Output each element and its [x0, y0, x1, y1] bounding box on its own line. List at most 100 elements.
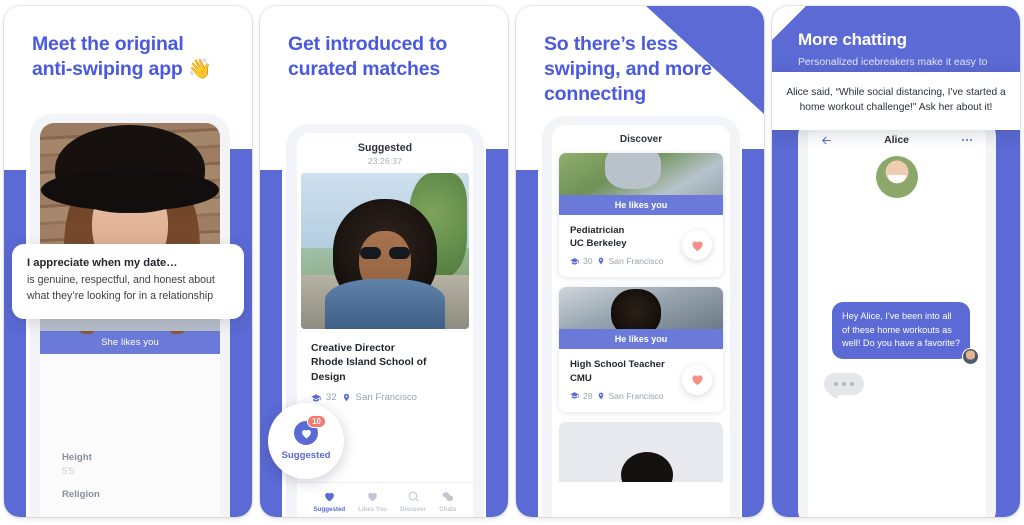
- phone-mockup: Alice Hey Alice, I've been into all of t…: [798, 116, 996, 517]
- prompt-question: I appreciate when my date…: [27, 257, 178, 269]
- card-text: Pediatrician UC Berkeley 30 San Francisc…: [570, 224, 682, 266]
- page-title-line-1: Meet the original: [32, 33, 184, 55]
- sunglasses-icon: [360, 247, 410, 259]
- panel-2-header: Get introduced to curated matches: [260, 6, 508, 82]
- likes-you-banner: He likes you: [559, 329, 723, 350]
- icebreaker-card: Alice said, “While social distancing, I'…: [772, 72, 1020, 130]
- prompt-answer: is genuine, respectful, and honest about…: [27, 274, 215, 302]
- countdown-timer: 23:26:37: [367, 156, 403, 166]
- denim-jacket: [325, 279, 445, 329]
- screenshot-panel-2: Get introduced to curated matches Sugges…: [260, 6, 508, 517]
- discover-card[interactable]: He likes you High School Teacher CMU 28: [559, 287, 723, 412]
- match-meta: 28 San Francisco: [570, 391, 682, 401]
- hat: [41, 125, 219, 213]
- typing-indicator: [824, 372, 864, 398]
- panel-1-header: Meet the original anti-swiping app 👋: [4, 6, 252, 82]
- match-location: San Francisco: [608, 256, 664, 267]
- nav-label: Discover: [399, 506, 427, 513]
- match-age: 32: [326, 392, 337, 404]
- discover-card-partial[interactable]: [559, 421, 723, 482]
- nav-label: Suggested: [313, 506, 346, 513]
- field-label-religion: Religion: [62, 489, 100, 500]
- card-photo: [559, 153, 723, 195]
- phone-screen: Alice Hey Alice, I've been into all of t…: [808, 124, 986, 517]
- field-value-height: 5'5: [62, 466, 75, 477]
- graduation-cap-icon: [570, 257, 579, 266]
- match-location: San Francisco: [355, 392, 417, 404]
- screenshot-panel-1: Meet the original anti-swiping app 👋 She…: [4, 6, 252, 517]
- card-body: Pediatrician UC Berkeley 30 San Francisc…: [559, 215, 723, 277]
- screen-header: Suggested 23:26:37: [297, 133, 473, 173]
- page-title-line-3: connecting: [544, 82, 647, 105]
- prompt-answer-card: I appreciate when my date… is genuine, r…: [12, 244, 244, 320]
- typing-dot: [850, 381, 854, 386]
- phone-screen: Discover He likes you Pediatrician UC Be…: [552, 125, 730, 517]
- page-title-line-2: curated matches: [288, 57, 440, 80]
- panel-3-header: So there’s less swiping, and more connec…: [516, 6, 764, 107]
- card-body: High School Teacher CMU 28 San Francisco: [559, 349, 723, 411]
- match-school: UC Berkeley: [570, 238, 627, 250]
- suggested-tab-callout: 10 Suggested: [268, 403, 344, 479]
- blue-accent-band: [4, 169, 26, 517]
- likes-you-banner: She likes you: [40, 331, 220, 354]
- nav-label: Likes You: [358, 506, 387, 513]
- match-school: CMU: [570, 372, 592, 384]
- like-button[interactable]: [682, 364, 712, 395]
- page-title-line-1: So there’s less: [544, 33, 678, 55]
- blue-accent-band-right: [486, 149, 508, 517]
- location-pin-icon: [597, 392, 605, 400]
- match-age: 30: [583, 256, 593, 267]
- match-job-title: Pediatrician: [570, 225, 625, 236]
- callout-icon-wrap: 10: [294, 415, 326, 445]
- heart-icon: [366, 490, 379, 503]
- nav-label: Chats: [439, 506, 457, 513]
- sender-avatar: [962, 347, 979, 365]
- typing-dot: [842, 381, 846, 386]
- location-pin-icon: [597, 257, 605, 265]
- back-arrow-icon[interactable]: [820, 134, 833, 147]
- match-age: 28: [583, 390, 593, 401]
- page-title: Meet the original anti-swiping app 👋: [32, 32, 228, 82]
- blue-accent-band-right: [742, 149, 764, 517]
- match-photo: [301, 173, 469, 329]
- app-store-screenshot-gallery: Meet the original anti-swiping app 👋 She…: [0, 0, 1024, 525]
- match-school: Rhode Island School of Design: [311, 357, 427, 383]
- icebreaker-text: Alice said, “While social distancing, I'…: [786, 87, 1006, 114]
- nav-item-suggested[interactable]: Suggested: [313, 490, 346, 513]
- discover-card[interactable]: He likes you Pediatrician UC Berkeley 30: [559, 153, 723, 278]
- page-title: So there’s less swiping, and more connec…: [544, 32, 740, 107]
- typing-dot: [834, 381, 838, 386]
- match-info: Creative Director Rhode Island School of…: [297, 329, 473, 403]
- likes-you-banner: He likes you: [559, 195, 723, 215]
- nav-item-chats[interactable]: Chats: [439, 490, 456, 513]
- profile-fields: Height 5'5 Religion: [40, 354, 220, 500]
- more-options-icon[interactable]: [960, 133, 974, 147]
- blue-accent-band-right: [230, 149, 252, 517]
- graduation-cap-icon: [311, 393, 321, 403]
- nav-item-likes-you[interactable]: Likes You: [358, 490, 387, 513]
- page-title: Get introduced to curated matches: [288, 32, 484, 82]
- match-meta: 32 San Francisco: [311, 392, 459, 403]
- blue-accent-band: [516, 169, 538, 517]
- search-icon: [407, 490, 420, 503]
- match-location: San Francisco: [608, 390, 664, 401]
- page-title-line-2: swiping, and more: [544, 57, 712, 80]
- phone-mockup: Discover He likes you Pediatrician UC Be…: [542, 116, 740, 517]
- field-label-height: Height: [62, 452, 92, 463]
- chat-bubbles-icon: [441, 490, 454, 503]
- chat-bubble-sent: Hey Alice, I've been into all of these h…: [832, 302, 979, 365]
- chat-contact-name: Alice: [884, 134, 909, 146]
- screen-title: Suggested: [357, 142, 413, 154]
- heart-icon: [323, 490, 336, 503]
- location-pin-icon: [342, 393, 351, 402]
- screen-title: Discover: [619, 134, 663, 145]
- card-text: High School Teacher CMU 28 San Francisco: [570, 358, 682, 400]
- callout-label: Suggested: [281, 450, 331, 461]
- match-meta: 30 San Francisco: [570, 256, 682, 266]
- like-button[interactable]: [682, 230, 712, 261]
- page-title-line-2: anti-swiping app 👋: [32, 57, 212, 80]
- nav-item-discover[interactable]: Discover: [400, 490, 426, 513]
- card-photo: [559, 287, 723, 330]
- avatar: [876, 156, 918, 198]
- match-job-title: Creative Director: [311, 343, 395, 354]
